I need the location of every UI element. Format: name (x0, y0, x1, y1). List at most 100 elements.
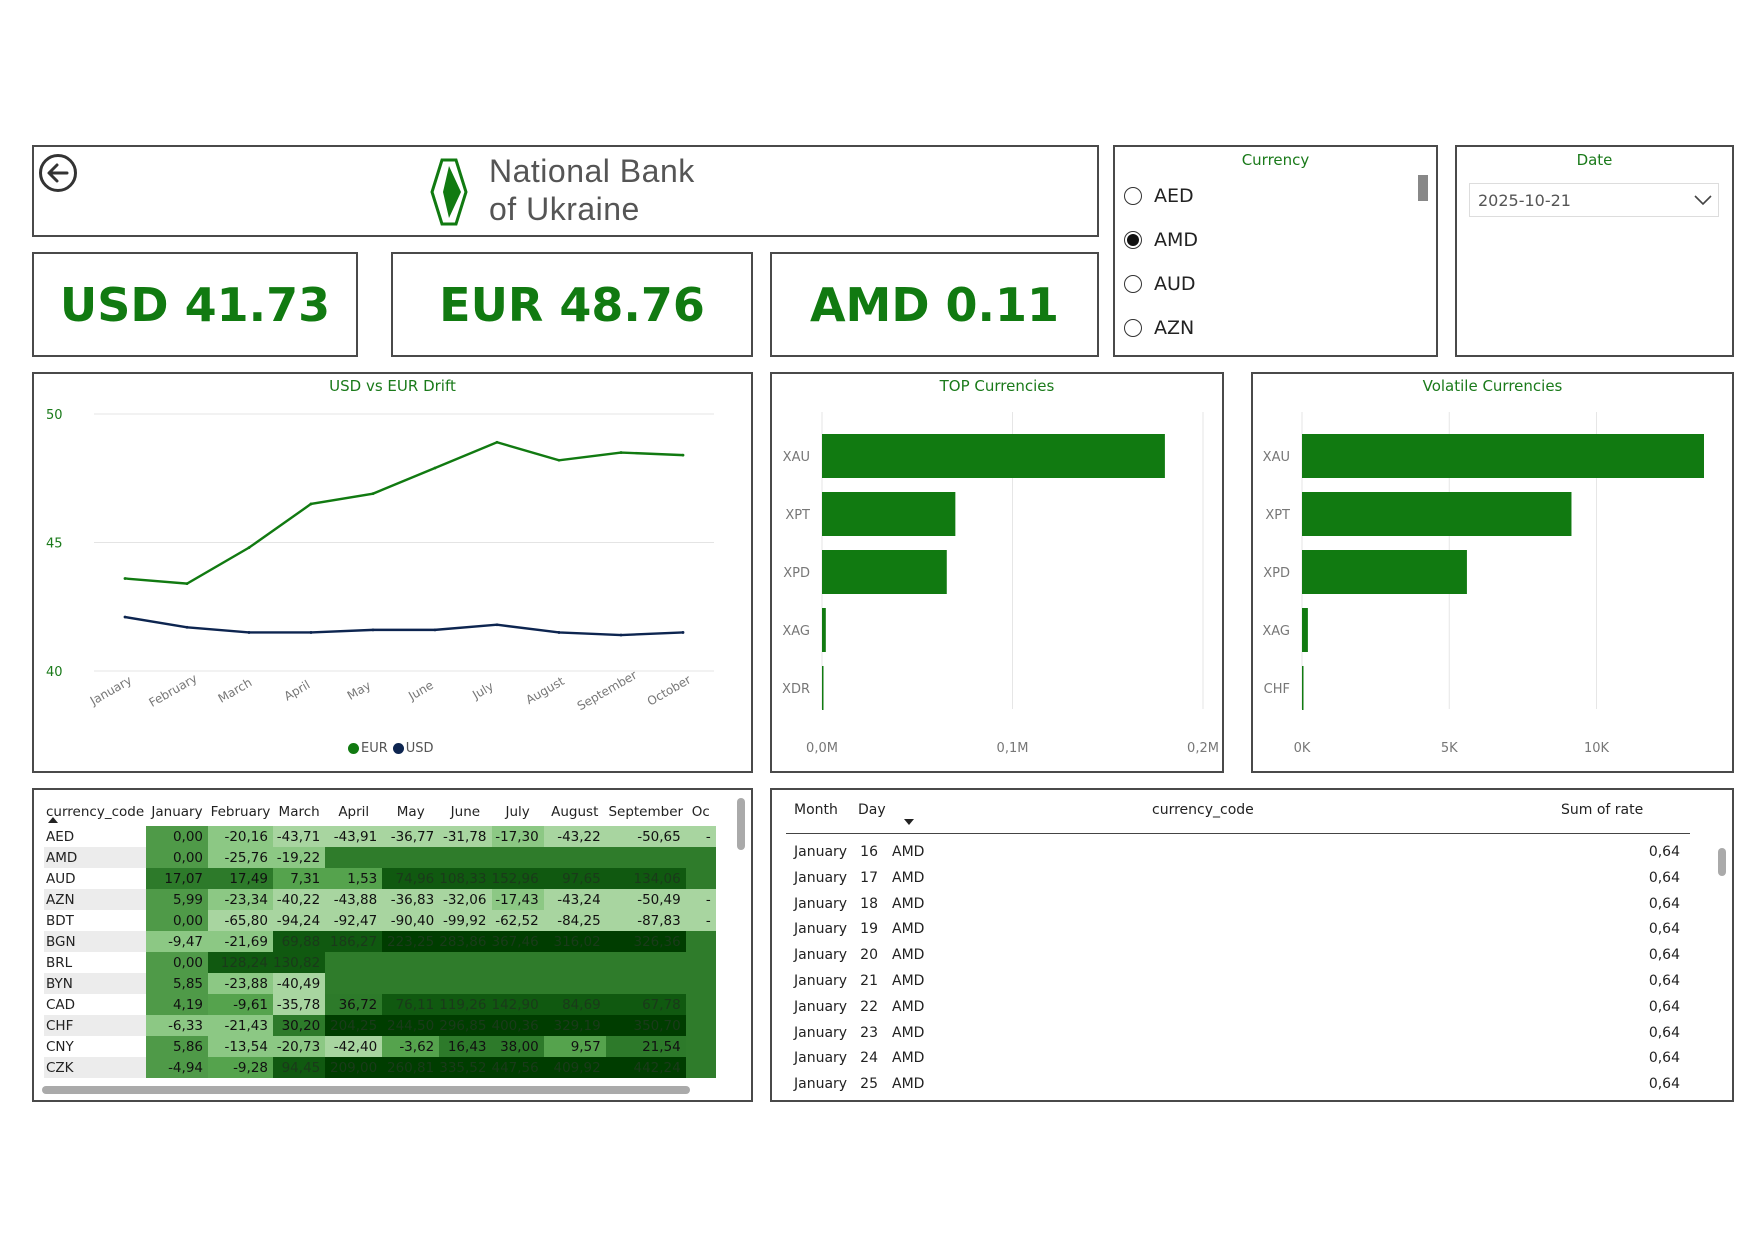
matrix-cell[interactable]: -94,24 (273, 910, 326, 931)
matrix-cell[interactable] (543, 952, 606, 973)
matrix-cell[interactable]: -40,22 (273, 889, 326, 910)
matrix-cell[interactable] (543, 847, 606, 868)
matrix-cell[interactable]: 186,27 (325, 931, 383, 952)
matrix-horizontal-scrollbar[interactable] (42, 1086, 690, 1094)
matrix-cell[interactable]: -20,16 (208, 826, 273, 847)
matrix-cell[interactable]: -9,28 (208, 1057, 273, 1078)
matrix-col-header[interactable]: July (492, 798, 544, 826)
matrix-cell[interactable] (491, 973, 544, 994)
matrix-cell[interactable]: 0,00 (146, 952, 208, 973)
matrix-row-code[interactable]: BGN (44, 931, 146, 952)
matrix-col-header[interactable]: August (544, 798, 606, 826)
matrix-cell[interactable]: -32,06 (439, 889, 492, 910)
matrix-cell[interactable] (325, 973, 383, 994)
data-point-usd[interactable] (495, 623, 499, 627)
matrix-cell[interactable]: 142,90 (491, 994, 544, 1015)
bar-xpt[interactable] (1302, 492, 1572, 536)
matrix-row-code[interactable]: BYN (44, 973, 146, 994)
bar-xpd[interactable] (1302, 550, 1467, 594)
matrix-cell[interactable]: 367,46 (491, 931, 544, 952)
matrix-cell[interactable] (685, 1015, 716, 1036)
header-month[interactable]: Month (794, 802, 838, 818)
matrix-cell[interactable]: -21,69 (208, 931, 273, 952)
matrix-cell[interactable]: -99,92 (439, 910, 492, 931)
series-line-usd[interactable] (124, 615, 684, 637)
matrix-cell[interactable] (685, 973, 716, 994)
data-point-eur[interactable] (495, 440, 499, 444)
matrix-cell[interactable]: 316,02 (543, 931, 606, 952)
matrix-row-code[interactable]: CHF (44, 1015, 146, 1036)
data-point-usd[interactable] (433, 628, 437, 632)
matrix-cell[interactable]: -40,49 (273, 973, 326, 994)
matrix-cell[interactable]: 17,49 (208, 868, 273, 889)
matrix-cell[interactable]: -50,49 (605, 889, 686, 910)
detail-row[interactable]: January 23 AMD 0,64 (786, 1021, 1690, 1047)
matrix-cell[interactable]: 36,72 (325, 994, 383, 1015)
matrix-cell[interactable]: -43,71 (273, 826, 326, 847)
matrix-cell[interactable]: -21,43 (208, 1015, 273, 1036)
matrix-cell[interactable]: -65,80 (208, 910, 273, 931)
matrix-row-code[interactable]: CZK (44, 1057, 146, 1078)
matrix-cell[interactable]: 97,65 (543, 868, 606, 889)
matrix-cell[interactable]: -6,33 (146, 1015, 208, 1036)
matrix-cell[interactable] (491, 847, 544, 868)
matrix-col-header[interactable]: September (606, 798, 686, 826)
bar-xpd[interactable] (822, 550, 947, 594)
matrix-row-code[interactable]: CNY (44, 1036, 146, 1057)
currency-option-aed[interactable]: AED (1124, 185, 1194, 207)
matrix-cell[interactable]: 94,45 (273, 1057, 326, 1078)
data-point-eur[interactable] (619, 451, 623, 454)
matrix-cell[interactable]: 134,06 (605, 868, 686, 889)
matrix-cell[interactable]: -92,47 (325, 910, 383, 931)
detail-row[interactable]: January 18 AMD 0,64 (786, 892, 1690, 918)
matrix-cell[interactable] (325, 952, 383, 973)
matrix-cell[interactable]: 5,86 (146, 1036, 208, 1057)
data-point-usd[interactable] (619, 633, 623, 637)
matrix-cell[interactable]: 9,57 (543, 1036, 606, 1057)
date-dropdown[interactable]: 2025-10-21 (1469, 183, 1719, 217)
matrix-cell[interactable]: 244,50 (382, 1015, 440, 1036)
matrix-cell[interactable]: -43,22 (543, 826, 606, 847)
matrix-cell[interactable] (685, 931, 716, 952)
matrix-cell[interactable]: -84,25 (543, 910, 606, 931)
matrix-cell[interactable] (382, 847, 440, 868)
bar-xdr[interactable] (822, 666, 824, 710)
matrix-row-code[interactable]: BRL (44, 952, 146, 973)
data-point-usd[interactable] (123, 615, 127, 619)
matrix-cell[interactable]: -43,88 (325, 889, 383, 910)
currency-option-azn[interactable]: AZN (1124, 317, 1194, 339)
detail-row[interactable]: January 21 AMD 0,64 (786, 969, 1690, 995)
matrix-cell[interactable] (605, 973, 686, 994)
matrix-cell[interactable]: -9,47 (146, 931, 208, 952)
matrix-col-header[interactable]: April (325, 798, 382, 826)
slicer-scrollbar[interactable] (1418, 175, 1428, 201)
matrix-cell[interactable]: 152,96 (491, 868, 544, 889)
matrix-cell[interactable]: 128,24 (208, 952, 273, 973)
matrix-cell[interactable]: 1,53 (325, 868, 383, 889)
matrix-cell[interactable]: -20,73 (273, 1036, 326, 1057)
matrix-cell[interactable]: 442,24 (605, 1057, 686, 1078)
radio-icon[interactable] (1124, 187, 1142, 205)
matrix-cell[interactable]: 335,52 (439, 1057, 492, 1078)
matrix-cell[interactable]: 223,25 (382, 931, 440, 952)
matrix-cell[interactable]: -4,94 (146, 1057, 208, 1078)
matrix-col-header[interactable]: March (273, 798, 325, 826)
matrix-cell[interactable]: -9,61 (208, 994, 273, 1015)
bar-xpt[interactable] (822, 492, 956, 536)
data-point-eur[interactable] (681, 453, 685, 457)
detail-row[interactable]: January 24 AMD 0,64 (786, 1046, 1690, 1072)
matrix-cell[interactable]: 130,82 (273, 952, 326, 973)
detail-row[interactable]: January 25 AMD 0,64 (786, 1072, 1690, 1098)
matrix-col-header[interactable]: May (382, 798, 439, 826)
matrix-cell[interactable]: -42,40 (325, 1036, 383, 1057)
data-point-eur[interactable] (309, 502, 313, 506)
matrix-cell[interactable] (605, 847, 686, 868)
matrix-cell[interactable]: 38,00 (491, 1036, 544, 1057)
matrix-cell[interactable]: -43,24 (543, 889, 606, 910)
detail-row[interactable]: January 22 AMD 0,64 (786, 995, 1690, 1021)
matrix-cell[interactable]: 326,36 (605, 931, 686, 952)
matrix-row-code[interactable]: BDT (44, 910, 146, 931)
matrix-row-code[interactable]: AED (44, 826, 146, 847)
matrix-cell[interactable]: 0,00 (146, 910, 208, 931)
data-point-usd[interactable] (681, 631, 685, 634)
